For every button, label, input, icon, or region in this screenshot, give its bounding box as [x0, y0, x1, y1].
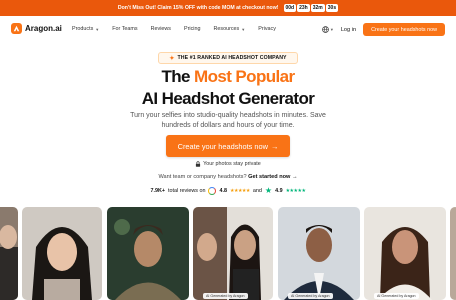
timer-seconds: 30s — [325, 4, 339, 12]
aragon-logo-icon — [11, 23, 22, 34]
nav-item-label: Resources — [213, 26, 240, 32]
ai-generated-tag: AI Generated by Aragon — [203, 293, 248, 299]
brand-name: Aragon.ai — [25, 24, 62, 33]
hero-subtitle-line-2: hundreds of dollars and hours of your ti… — [161, 122, 295, 129]
title-prefix: The — [161, 67, 195, 86]
cta-label: Create your headshots now — [177, 141, 268, 151]
team-prompt-text: Want team or company headshots? — [158, 174, 247, 180]
chevron-down-icon: ▼ — [329, 27, 334, 32]
nav-item-for-teams[interactable]: For Teams — [112, 26, 137, 32]
timer-hours: 23h — [297, 4, 310, 12]
arrow-right-icon: → — [271, 141, 279, 151]
nav-item-label: For Teams — [112, 26, 138, 32]
team-get-started-link[interactable]: Get started now → — [248, 174, 297, 180]
gallery-photo — [107, 207, 189, 300]
nav-item-label: Reviews — [150, 26, 171, 32]
privacy-text: Your photos stay private — [203, 161, 261, 167]
nav-item-resources[interactable]: Resources ▼ — [213, 26, 245, 32]
ai-generated-tag: AI Generated by Aragon — [288, 293, 333, 299]
gallery-photo: AI Generated by Aragon — [364, 207, 446, 300]
brand-logo[interactable]: Aragon.ai — [11, 23, 62, 34]
timer-minutes: 32m — [310, 4, 325, 12]
timer-days: 00d — [283, 4, 297, 12]
hero-title-line-1: The Most Popular — [0, 67, 456, 87]
google-icon — [208, 186, 217, 195]
promo-banner: Don't Miss Out! Claim 15% OFF with code … — [0, 0, 456, 16]
headshot-gallery: AI Generated by Aragon AI Generated by A… — [0, 207, 456, 300]
hero-subtitle-line-1: Turn your selfies into studio-quality he… — [130, 112, 326, 119]
nav-item-products[interactable]: Products ▼ — [72, 26, 99, 32]
chevron-down-icon: ▼ — [95, 26, 100, 32]
gallery-photo: AI Generated by Aragon — [193, 207, 273, 300]
nav-item-reviews[interactable]: Reviews — [151, 26, 171, 32]
gallery-photo — [22, 207, 102, 300]
hero-title-line-2: AI Headshot Generator — [141, 89, 315, 108]
nav-item-label: Products — [72, 26, 94, 32]
countdown-timer: 00d 23h 32m 30s — [283, 4, 339, 12]
nav-item-label: Pricing — [184, 26, 201, 32]
review-count: 7.9K+ — [150, 187, 166, 194]
top-navigation: Aragon.ai Products ▼ For Teams Reviews Pr… — [0, 19, 456, 41]
ai-generated-tag: AI Generated by Aragon — [374, 293, 419, 299]
nav-create-headshots-button[interactable]: Create your headshots now — [363, 23, 445, 36]
create-headshots-button[interactable]: Create your headshots now → — [166, 135, 290, 157]
badge-text: THE #1 RANKED AI HEADSHOT COMPANY — [177, 55, 287, 61]
gallery-photo — [0, 207, 18, 300]
promo-text: Don't Miss Out! Claim 15% OFF with code … — [117, 5, 279, 11]
title-accent: Most Popular — [194, 67, 295, 86]
nav-actions: ▼ Log in Create your headshots now — [322, 23, 445, 36]
team-headshots-prompt: Want team or company headshots? Get star… — [0, 174, 456, 180]
nav-item-privacy[interactable]: Privacy — [258, 26, 276, 32]
sparkle-icon: ✦ — [169, 55, 175, 62]
review-label: total reviews on — [168, 187, 206, 194]
trustpilot-rating: 4.9 — [275, 187, 283, 194]
login-link[interactable]: Log in — [341, 27, 356, 33]
nav-links: Products ▼ For Teams Reviews Pricing Reso… — [72, 26, 276, 32]
language-selector[interactable]: ▼ — [322, 26, 334, 33]
privacy-note: Your photos stay private — [0, 161, 456, 167]
nav-item-label: Privacy — [258, 26, 276, 32]
lock-icon — [196, 161, 201, 167]
and-text: and — [252, 187, 262, 194]
google-stars-icon: ★★★★★ — [229, 187, 250, 194]
nav-item-pricing[interactable]: Pricing — [184, 26, 200, 32]
google-rating: 4.8 — [219, 187, 227, 194]
globe-icon — [322, 26, 329, 33]
gallery-photo — [450, 207, 456, 300]
trustpilot-icon: ★ — [264, 186, 273, 195]
ranking-badge: ✦ THE #1 RANKED AI HEADSHOT COMPANY — [158, 52, 298, 64]
chevron-down-icon: ▼ — [241, 26, 246, 32]
review-summary: 7.9K+ total reviews on 4.8 ★★★★★ and ★ 4… — [0, 186, 456, 195]
gallery-photo: AI Generated by Aragon — [278, 207, 360, 300]
trustpilot-stars-icon: ★★★★★ — [285, 187, 306, 194]
